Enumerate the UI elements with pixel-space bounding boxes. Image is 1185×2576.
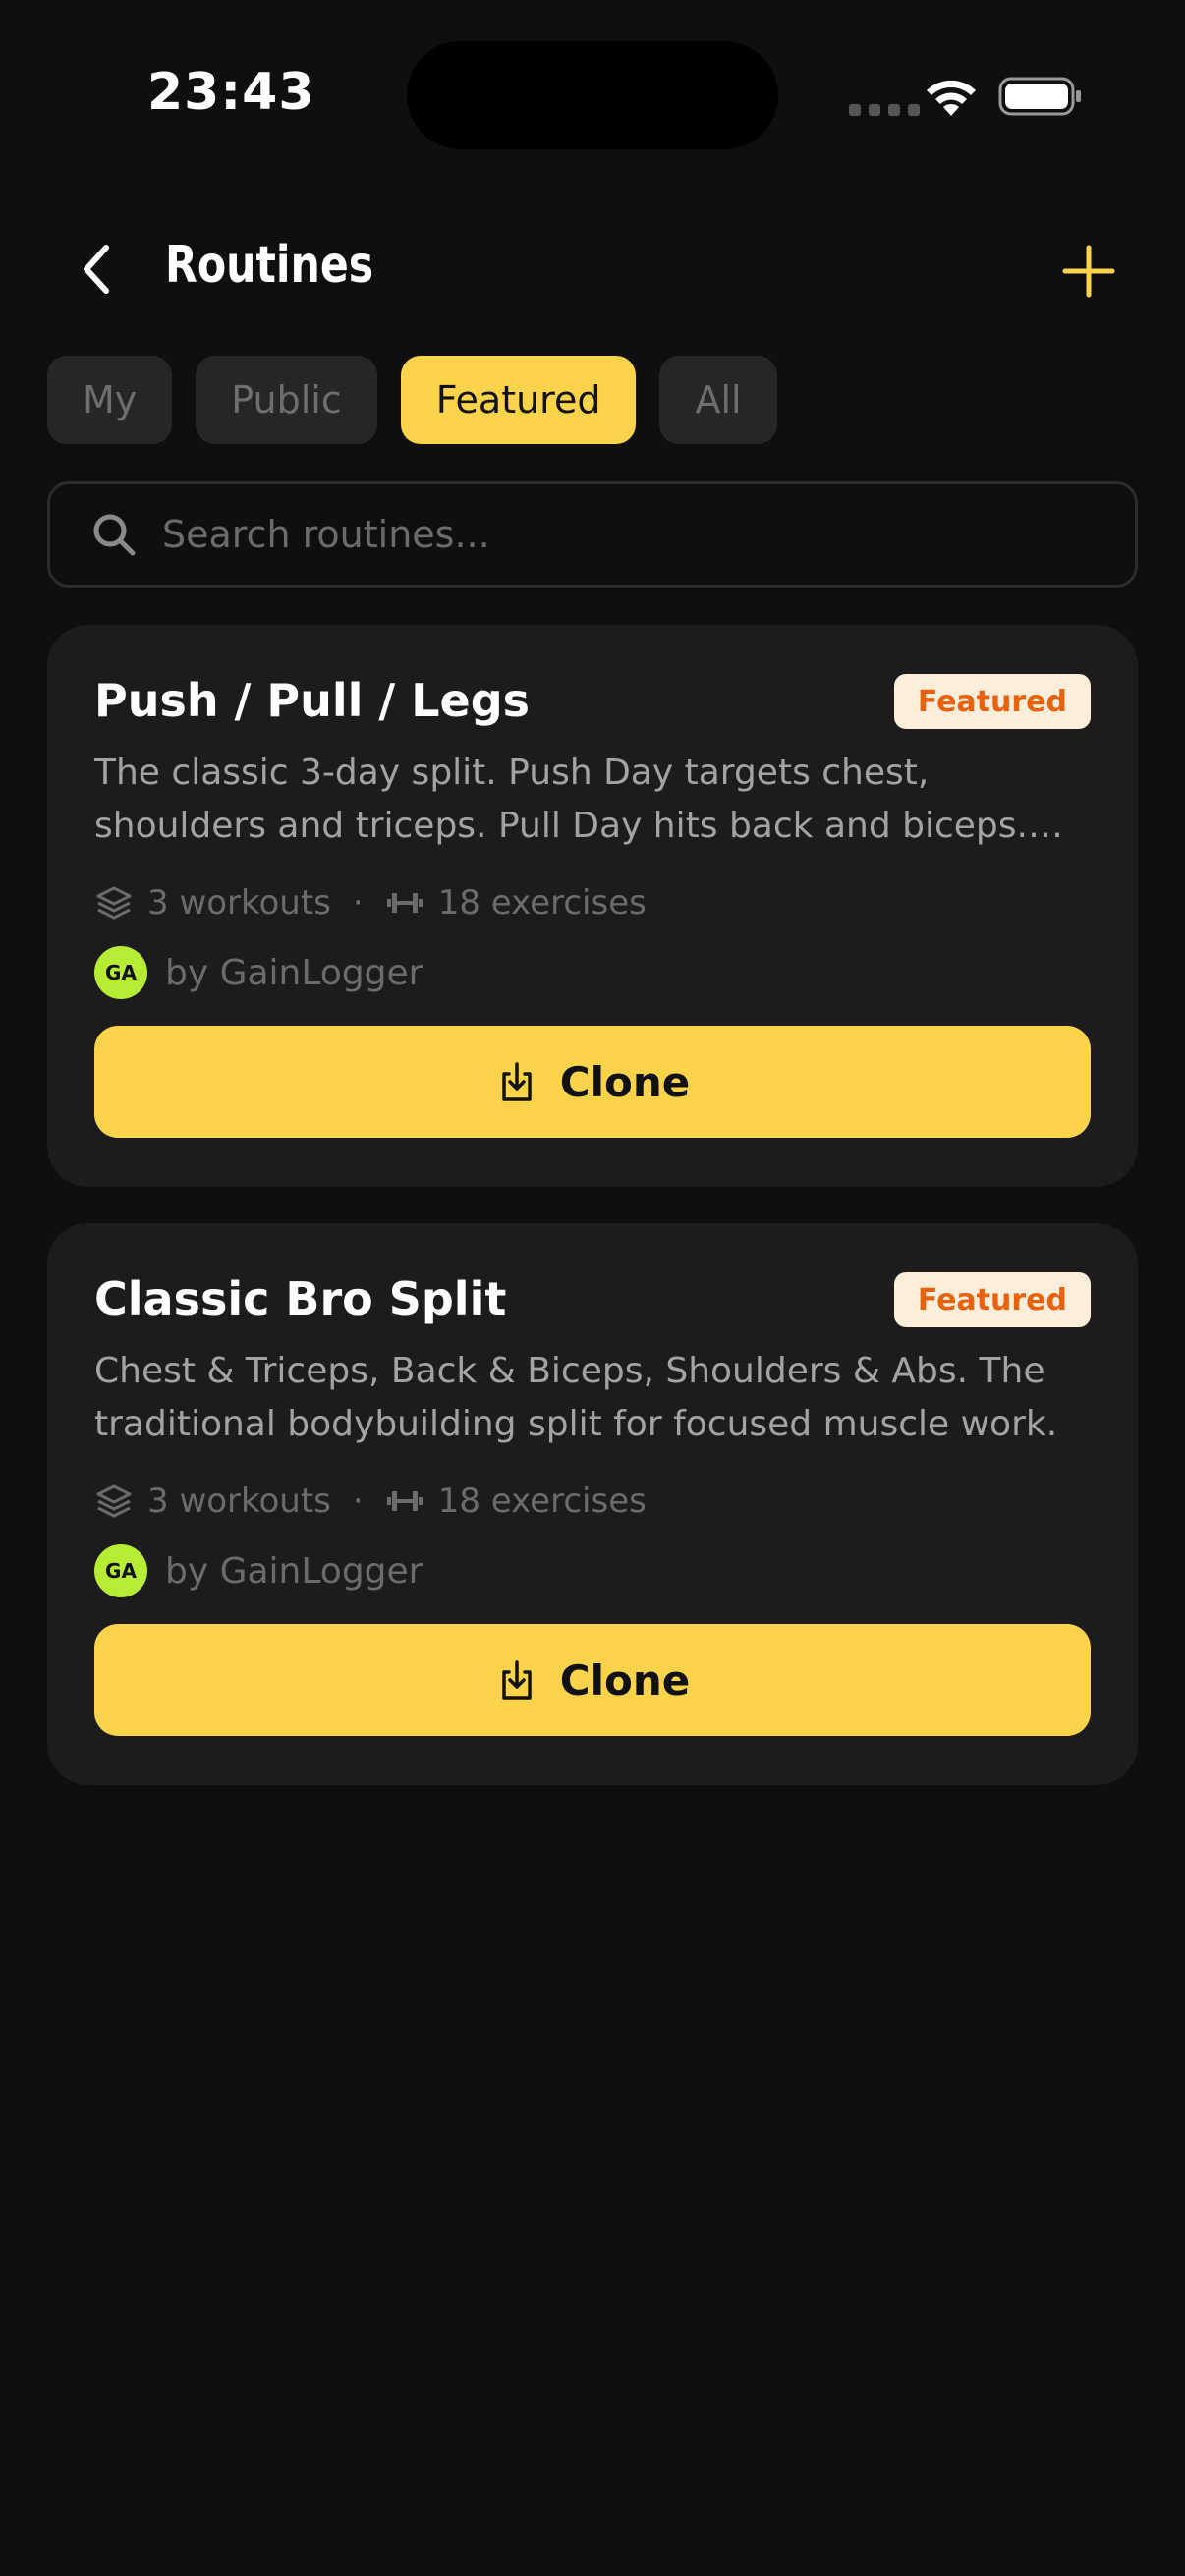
search-input[interactable] bbox=[162, 495, 1135, 574]
search-icon bbox=[93, 514, 136, 556]
routines-screen: 23:43 Routines My Public Featured All Se… bbox=[0, 0, 1185, 2576]
routine-title: Classic Bro Split bbox=[94, 1272, 507, 1325]
workout-count: 3 workouts bbox=[147, 883, 331, 923]
workout-count: 3 workouts bbox=[147, 1482, 331, 1521]
routine-title: Push / Pull / Legs bbox=[94, 674, 531, 727]
dumbbell-icon bbox=[386, 1491, 423, 1511]
dumbbell-icon bbox=[386, 893, 423, 913]
page-title: Routines bbox=[165, 236, 374, 295]
clone-label: Clone bbox=[559, 1655, 691, 1705]
back-button[interactable] bbox=[61, 234, 132, 305]
routine-description: The classic 3-day split. Push Day target… bbox=[94, 753, 1028, 846]
battery-icon bbox=[998, 77, 1081, 116]
header: Routines bbox=[0, 226, 1185, 314]
author-name: by GainLogger bbox=[165, 952, 423, 993]
clone-label: Clone bbox=[559, 1057, 691, 1106]
exercise-count: 18 exercises bbox=[437, 883, 647, 923]
layers-icon bbox=[96, 1484, 132, 1518]
chevron-left-icon bbox=[84, 245, 109, 294]
status-bar: 23:43 bbox=[0, 0, 1185, 187]
dynamic-island bbox=[407, 41, 778, 149]
avatar: GA bbox=[94, 946, 147, 999]
routine-author: GA by GainLogger bbox=[94, 1543, 423, 1598]
featured-badge: Featured bbox=[893, 1272, 1091, 1327]
avatar: GA bbox=[94, 1544, 147, 1597]
routine-description: Chest & Triceps, Back & Biceps, Shoulder… bbox=[94, 1351, 1058, 1444]
tab-public[interactable]: Public bbox=[196, 356, 377, 444]
status-time: 23:43 bbox=[147, 63, 315, 122]
routine-meta: 3 workouts · 18 exercises bbox=[94, 878, 647, 927]
clone-button[interactable]: Clone bbox=[94, 1026, 1091, 1138]
routine-card[interactable]: Classic Bro Split Featured Chest & Trice… bbox=[47, 1223, 1138, 1785]
plus-icon bbox=[1062, 245, 1115, 298]
meta-separator: · bbox=[352, 1482, 364, 1521]
search-bar bbox=[47, 481, 1138, 588]
filter-tabs: My Public Featured All bbox=[47, 356, 777, 444]
download-icon bbox=[502, 1660, 532, 1700]
wifi-icon bbox=[927, 80, 976, 116]
routine-card[interactable]: Push / Pull / Legs Featured The classic … bbox=[47, 625, 1138, 1187]
layers-icon bbox=[96, 886, 132, 920]
routine-meta: 3 workouts · 18 exercises bbox=[94, 1477, 647, 1526]
add-routine-button[interactable] bbox=[1051, 234, 1126, 308]
tab-my[interactable]: My bbox=[47, 356, 173, 444]
routine-author: GA by GainLogger bbox=[94, 945, 423, 1000]
cellular-signal-icon bbox=[849, 104, 920, 116]
exercise-count: 18 exercises bbox=[437, 1482, 647, 1521]
tab-all[interactable]: All bbox=[659, 356, 777, 444]
download-icon bbox=[502, 1062, 532, 1101]
tab-featured[interactable]: Featured bbox=[400, 356, 637, 444]
meta-separator: · bbox=[352, 883, 364, 923]
author-name: by GainLogger bbox=[165, 1550, 423, 1592]
featured-badge: Featured bbox=[893, 674, 1091, 729]
clone-button[interactable]: Clone bbox=[94, 1624, 1091, 1736]
